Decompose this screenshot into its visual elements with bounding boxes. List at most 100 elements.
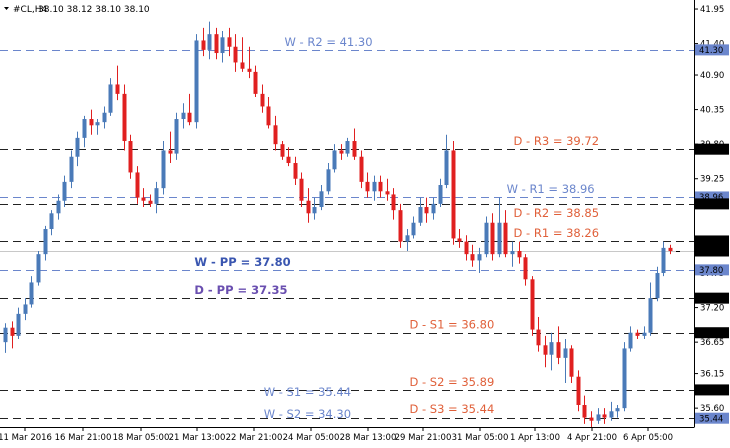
candle-body <box>187 112 192 123</box>
candle-body <box>378 181 383 192</box>
candle-body <box>661 247 666 274</box>
level-label-w-r1: W - R1 = 38.96 <box>507 182 595 196</box>
candle-body <box>536 329 541 346</box>
candle-body <box>451 150 456 239</box>
candle-body <box>622 348 627 409</box>
candle-body <box>365 181 370 192</box>
candle-body <box>312 207 317 214</box>
candle-body <box>655 273 660 299</box>
candle-body <box>615 408 620 412</box>
price-box-text-d-s1: 36.80 <box>699 329 723 339</box>
y-tick-label: 35.60 <box>700 404 724 414</box>
candle-body <box>582 405 587 418</box>
candle-body <box>543 345 548 355</box>
level-label-d-r1: D - R1 = 38.26 <box>514 226 600 240</box>
y-tick-label: 36.15 <box>700 370 724 380</box>
candle-body <box>411 222 416 236</box>
candle-body <box>23 304 28 314</box>
x-tick-label: 6 Apr 05:00 <box>623 433 673 443</box>
candle-body <box>62 181 67 201</box>
candle-body <box>648 298 653 333</box>
candle-body <box>293 163 298 179</box>
candle-body <box>503 222 508 255</box>
candle-body <box>405 235 410 242</box>
price-box-text-d-r2: 38.85 <box>699 200 723 210</box>
candle-body <box>122 93 127 142</box>
candle-body <box>36 254 41 283</box>
candle-body <box>345 141 350 154</box>
candle-body <box>233 46 238 63</box>
x-tick-label: 11 Mar 2016 <box>0 433 52 443</box>
price-box-text-d-r3: 39.72 <box>699 145 723 155</box>
level-label-d-pp: D - PP = 37.35 <box>194 283 287 297</box>
price-box-text-w-s1: 35.44 <box>699 414 723 424</box>
price-chart[interactable]: W - R2 = 41.30 D - R3 = 39.72 W - R1 = 38.… <box>0 0 730 444</box>
chart-canvas[interactable]: W - R2 = 41.30 D - R3 = 39.72 W - R1 = 38.… <box>0 0 730 444</box>
candle-body <box>273 125 278 145</box>
candle-body <box>214 34 219 54</box>
y-tick-label: 41.95 <box>700 5 724 15</box>
y-tick-label: 36.65 <box>700 338 724 348</box>
candle-body <box>549 342 554 355</box>
level-label-w-s1: W - S1 = 35.44 <box>264 385 351 399</box>
candle-body <box>3 327 8 343</box>
candle-body <box>43 229 48 255</box>
candle-body <box>438 185 443 204</box>
candle-body <box>141 197 146 201</box>
candle-body <box>569 348 574 377</box>
y-tick-label: 40.35 <box>700 106 724 116</box>
price-box-text-w-r2: 41.30 <box>699 46 723 56</box>
candle-body <box>135 172 140 198</box>
y-tick-label: 40.90 <box>700 71 724 81</box>
candle <box>398 203 403 248</box>
candle-body <box>306 200 311 214</box>
candle-body <box>102 112 107 123</box>
candle-body <box>89 119 94 126</box>
candle-body <box>326 169 331 192</box>
candle <box>122 84 127 151</box>
candle-body <box>602 414 607 418</box>
price-box-text-w-pp: 37.80 <box>699 266 723 276</box>
candle-body <box>359 156 364 182</box>
candle-body <box>477 254 482 261</box>
candle-body <box>299 178 304 201</box>
candle-body <box>174 119 179 154</box>
candle-body <box>576 376 581 406</box>
x-tick-label: 1 Apr 13:00 <box>510 433 560 443</box>
candle-body <box>49 213 54 230</box>
candle-body <box>128 141 133 173</box>
price-box-text-d-pp: 37.35 <box>699 294 723 304</box>
candle-body <box>247 68 252 72</box>
candle <box>194 34 199 129</box>
candle-body <box>391 194 396 211</box>
candle-body <box>628 332 633 349</box>
candle-body <box>253 71 258 94</box>
candle-body <box>56 200 61 214</box>
candle-body <box>207 34 212 50</box>
candle <box>451 141 456 245</box>
candle-body <box>201 40 206 50</box>
candle-body <box>418 207 423 223</box>
candle-body <box>168 150 173 154</box>
candle-body <box>148 200 153 204</box>
level-label-d-r2: D - R2 = 38.85 <box>514 206 600 220</box>
x-tick-label: 4 Apr 21:00 <box>567 433 617 443</box>
candle-body <box>75 137 80 157</box>
candle-body <box>668 247 673 252</box>
x-tick-label: 22 Mar 21:00 <box>226 433 283 443</box>
level-label-w-r2: W - R2 = 41.30 <box>285 35 373 49</box>
candle-body <box>352 141 357 157</box>
candle-body <box>385 191 390 195</box>
candle-body <box>69 156 74 182</box>
candle-body <box>95 122 100 126</box>
candle-body <box>227 37 232 47</box>
x-tick-label: 18 Mar 05:00 <box>113 433 170 443</box>
candle-body <box>16 313 21 336</box>
price-box-text-d-s2: 35.89 <box>699 386 723 396</box>
candle-body <box>497 222 502 255</box>
level-label-d-s3: D - S3 = 35.44 <box>409 402 494 416</box>
candle-body <box>464 241 469 255</box>
candle-body <box>517 251 522 258</box>
x-tick-label: 29 Mar 21:00 <box>395 433 452 443</box>
level-label-d-r3: D - R3 = 39.72 <box>514 134 600 148</box>
